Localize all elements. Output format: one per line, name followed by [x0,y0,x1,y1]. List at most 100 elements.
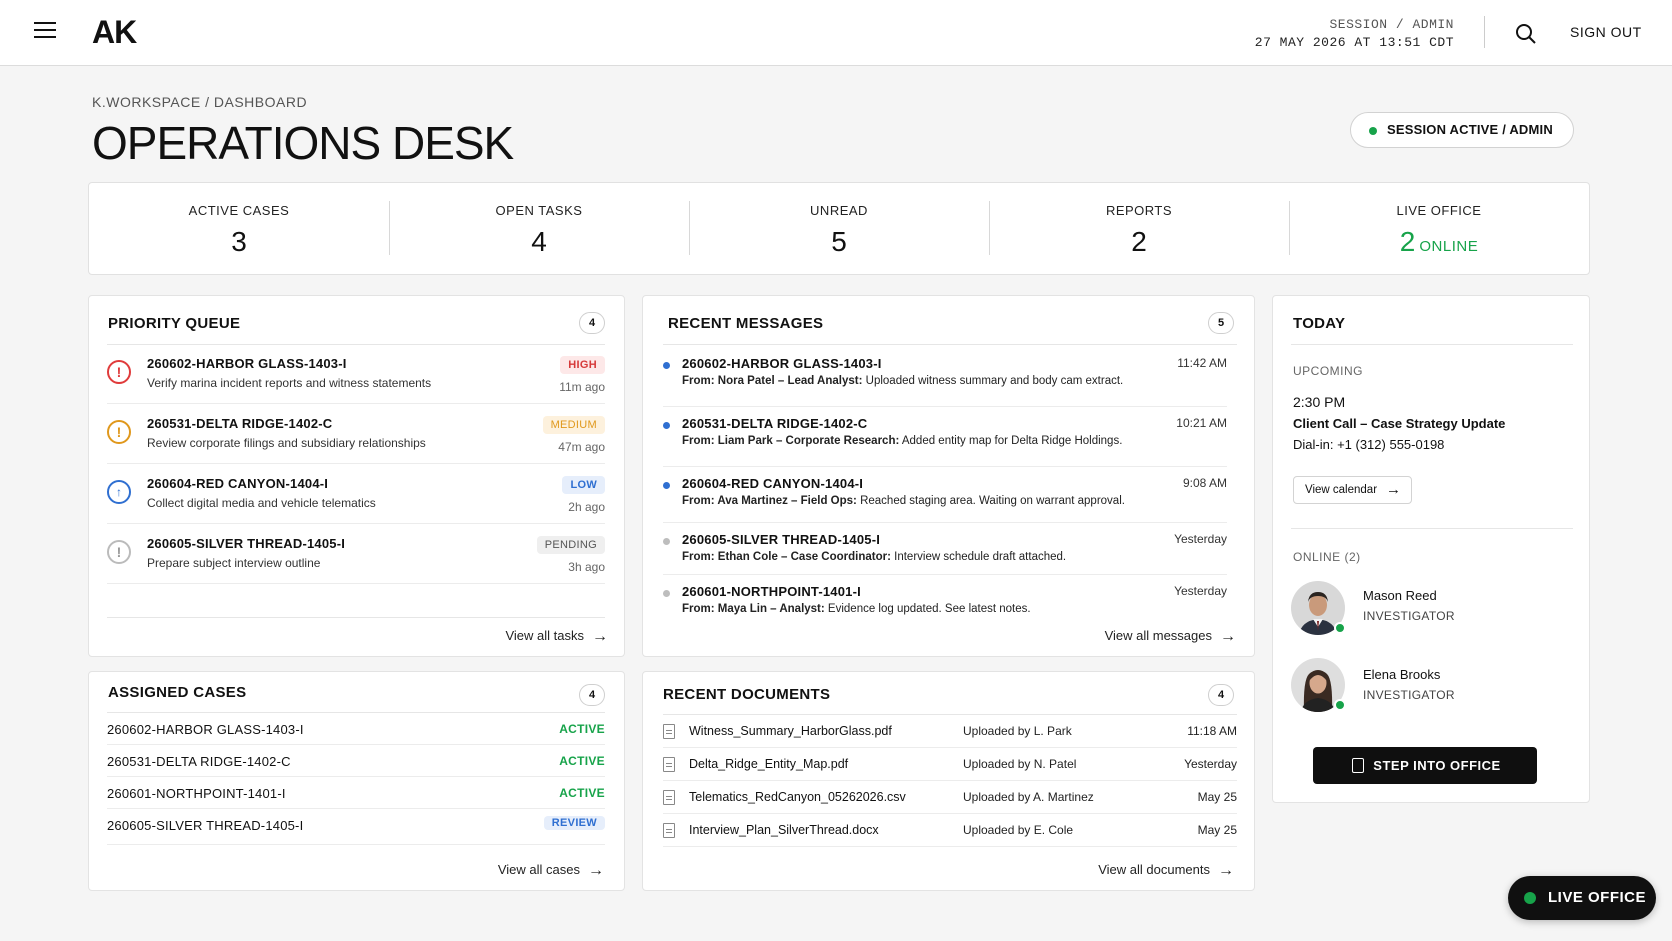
task-row[interactable]: ! 260605-SILVER THREAD-1405-I Prepare su… [107,528,605,584]
count-badge: 4 [579,684,605,706]
task-age: 11m ago [559,380,605,394]
event-time: 2:30 PM [1293,394,1346,410]
arrow-right-icon: → [1218,862,1234,879]
stat-reports[interactable]: REPORTS 2 [989,183,1289,274]
message-case-id: 260604-RED CANYON-1404-I [682,476,864,491]
message-body: From: Maya Lin – Analyst: Evidence log u… [682,603,1031,615]
live-office-button[interactable]: LIVE OFFICE [1508,876,1656,920]
view-calendar-button[interactable]: View calendar → [1293,476,1413,504]
file-uploader: Uploaded by N. Patel [963,757,1077,771]
button-label: STEP INTO OFFICE [1373,758,1501,773]
file-icon [663,724,675,739]
status-dot [1369,127,1377,135]
divider [1291,344,1573,345]
stat-value: 4 [531,226,547,257]
message-text: Reached staging area. Waiting on warrant… [860,495,1125,507]
case-row[interactable]: 260601-NORTHPOINT-1401-I ACTIVE [107,777,605,809]
online-status-dot [1334,699,1346,711]
message-time: Yesterday [1174,532,1227,546]
file-name: Witness_Summary_HarborGlass.pdf [689,724,892,738]
message-row[interactable]: 260605-SILVER THREAD-1405-I From: Ethan … [663,524,1227,575]
message-row[interactable]: 260602-HARBOR GLASS-1403-I From: Nora Pa… [663,348,1227,407]
document-row[interactable]: Interview_Plan_SilverThread.docx Uploade… [663,814,1237,847]
stat-open-tasks[interactable]: OPEN TASKS 4 [389,183,689,274]
divider [1484,16,1485,48]
read-dot [663,538,670,545]
upcoming-label: UPCOMING [1293,364,1363,378]
session-datetime: 27 MAY 2026 AT 13:51 CDT [1254,35,1454,50]
avatar-elena-brooks[interactable] [1291,658,1346,712]
stats-bar: ACTIVE CASES 3 OPEN TASKS 4 UNREAD 5 REP… [88,182,1590,275]
view-all-cases-link[interactable]: View all cases → [498,862,604,880]
stat-live-office[interactable]: LIVE OFFICE 2 ONLINE [1289,183,1589,274]
task-desc: Review corporate filings and subsidiary … [147,436,426,450]
avatar-mason-reed[interactable] [1291,581,1346,635]
message-time: Yesterday [1174,584,1227,598]
message-row[interactable]: 260604-RED CANYON-1404-I From: Ava Marti… [663,468,1227,523]
stat-value-wrap: 2 ONLINE [1289,226,1589,258]
priority-badge: PENDING [536,536,605,554]
button-label: View calendar [1305,484,1378,496]
message-time: 9:08 AM [1182,476,1227,490]
arrow-right-icon: → [588,862,604,879]
online-status-dot [1334,622,1346,634]
case-row[interactable]: 260531-DELTA RIDGE-1402-C ACTIVE [107,745,605,777]
arrow-right-icon: → [1386,481,1402,498]
arrow-right-icon: → [1220,628,1236,645]
message-text: Uploaded witness summary and body cam ex… [865,375,1124,387]
task-row[interactable]: ↑ 260604-RED CANYON-1404-I Collect digit… [107,468,605,524]
task-id: 260604-RED CANYON-1404-I [147,476,329,491]
document-row[interactable]: Witness_Summary_HarborGlass.pdf Uploaded… [663,715,1237,748]
message-row[interactable]: 260601-NORTHPOINT-1401-I From: Maya Lin … [663,576,1227,622]
link-label: View all tasks [505,628,584,643]
stat-active-cases[interactable]: ACTIVE CASES 3 [89,183,389,274]
case-status: REVIEW [543,816,605,830]
file-date: Yesterday [1184,757,1237,771]
message-case-id: 260601-NORTHPOINT-1401-I [682,584,861,599]
message-body: From: Ava Martinez – Field Ops: Reached … [682,495,1125,507]
message-row[interactable]: 260531-DELTA RIDGE-1402-C From: Liam Par… [663,408,1227,467]
session-status-text: SESSION ACTIVE / ADMIN [1387,122,1553,137]
recent-messages-card: RECENT MESSAGES 5 260602-HARBOR GLASS-14… [642,295,1255,657]
page-title: OPERATIONS DESK [92,117,514,169]
view-all-messages-link[interactable]: View all messages → [1105,628,1236,646]
count-badge: 5 [1208,312,1234,334]
view-all-documents-link[interactable]: View all documents → [1098,862,1234,880]
person-name: Elena Brooks [1363,667,1441,682]
task-desc: Collect digital media and vehicle telema… [147,496,376,510]
card-title: ASSIGNED CASES [108,684,247,701]
count-badge: 4 [1208,684,1234,706]
task-row[interactable]: ! 260602-HARBOR GLASS-1403-I Verify mari… [107,348,605,404]
alert-circle-icon: ! [107,420,131,444]
message-time: 11:42 AM [1177,356,1227,370]
case-row[interactable]: 260602-HARBOR GLASS-1403-I ACTIVE [107,713,605,745]
menu-icon[interactable] [34,22,56,40]
stat-unread[interactable]: UNREAD 5 [689,183,989,274]
task-row[interactable]: ! 260531-DELTA RIDGE-1402-C Review corpo… [107,408,605,464]
document-row[interactable]: Delta_Ridge_Entity_Map.pdf Uploaded by N… [663,748,1237,781]
person-role: INVESTIGATOR [1363,609,1455,623]
case-name: 260531-DELTA RIDGE-1402-C [107,754,291,769]
file-icon [663,823,675,838]
stat-label: ACTIVE CASES [188,203,290,218]
step-into-office-button[interactable]: STEP INTO OFFICE [1313,747,1537,784]
search-icon[interactable] [1514,22,1538,46]
case-name: 260605-SILVER THREAD-1405-I [107,818,304,833]
message-sender: From: Nora Patel – Lead Analyst: [682,375,863,387]
file-icon [663,790,675,805]
case-row[interactable]: 260605-SILVER THREAD-1405-I REVIEW [107,809,605,845]
stat-label: REPORTS [1105,203,1173,218]
file-name: Delta_Ridge_Entity_Map.pdf [689,757,849,771]
arrow-right-icon: → [592,628,608,645]
document-row[interactable]: Telematics_RedCanyon_05262026.csv Upload… [663,781,1237,814]
view-all-tasks-link[interactable]: View all tasks → [505,628,608,646]
link-label: View all messages [1104,628,1212,643]
file-uploader: Uploaded by A. Martinez [963,790,1094,804]
stat-label: OPEN TASKS [495,203,583,218]
unread-dot [663,482,670,489]
sign-out-button[interactable]: SIGN OUT [1570,24,1642,40]
logo[interactable]: AK [92,14,137,51]
live-status-dot [1524,892,1536,904]
breadcrumb-root[interactable]: K.WORKSPACE [92,94,201,110]
priority-badge: HIGH [560,356,605,374]
